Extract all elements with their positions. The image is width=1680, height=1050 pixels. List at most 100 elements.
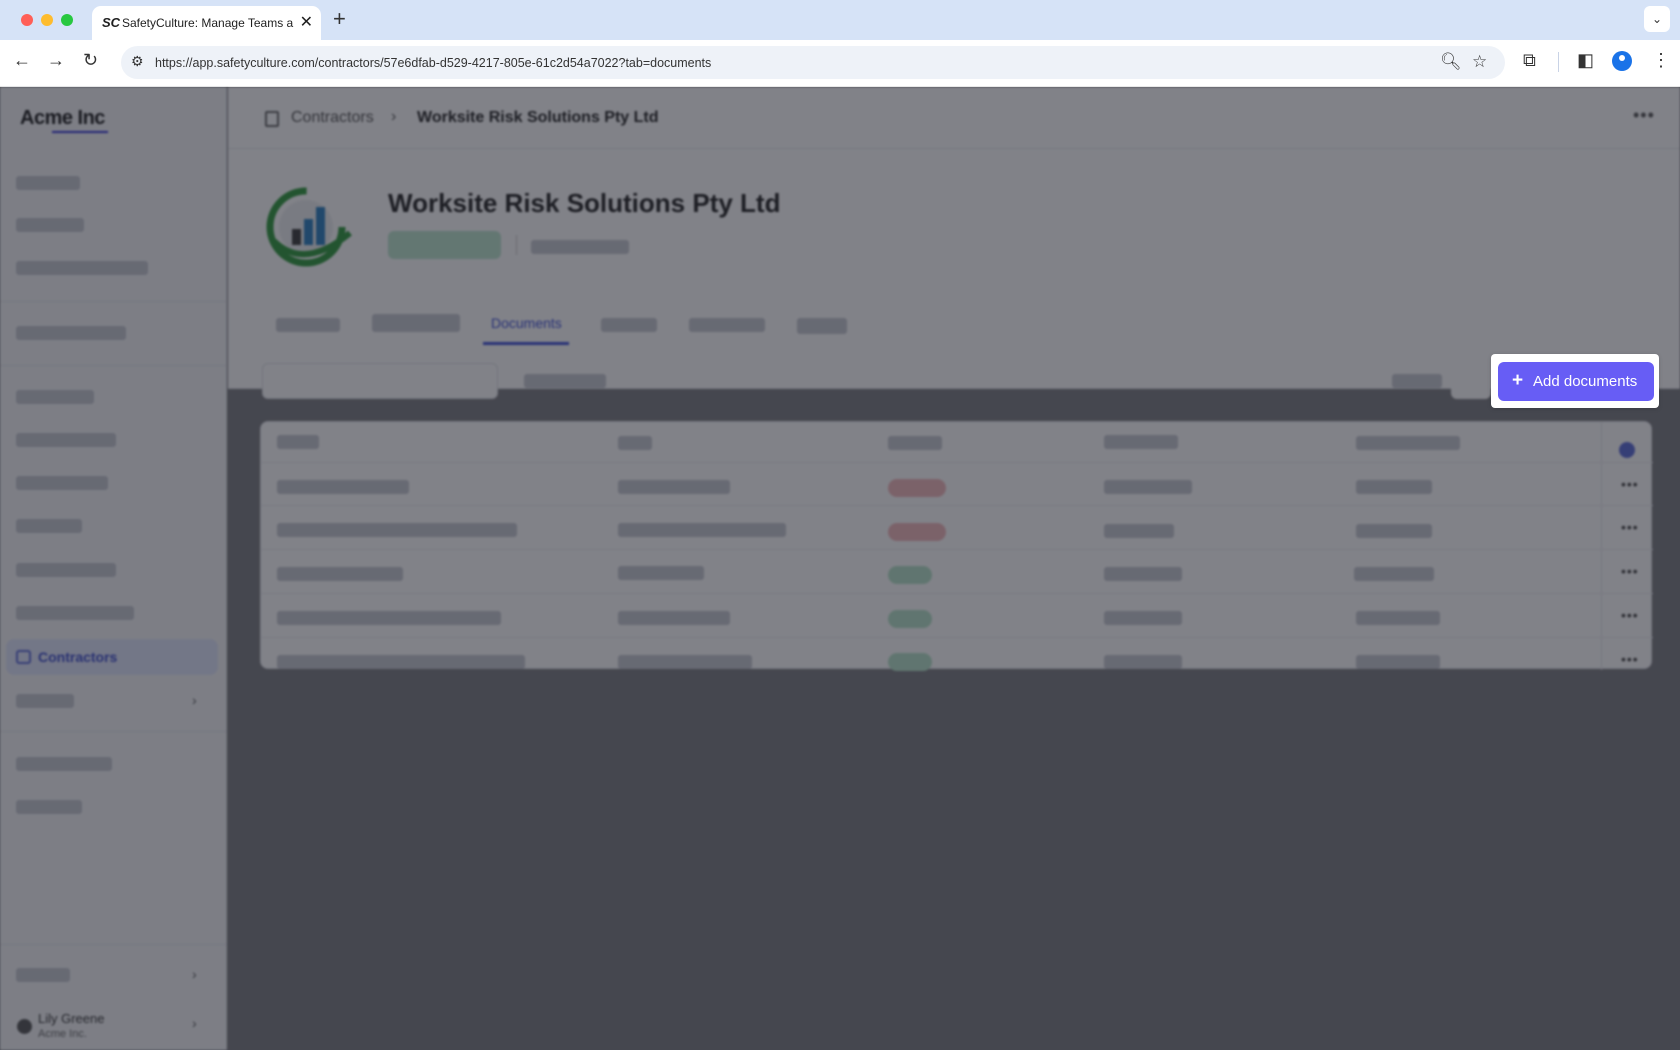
sidebar-item[interactable] xyxy=(16,390,94,404)
more-options-icon[interactable]: ••• xyxy=(1633,105,1655,126)
status-badge xyxy=(888,653,932,671)
brand-logo[interactable]: Acme Inc xyxy=(20,107,105,130)
row-menu-icon[interactable]: ••• xyxy=(1621,519,1639,535)
row-menu-icon[interactable]: ••• xyxy=(1621,607,1639,623)
brand-underline xyxy=(52,131,108,133)
sidebar-divider xyxy=(0,301,227,302)
reload-icon[interactable]: ↻ xyxy=(83,50,98,71)
tab-item[interactable] xyxy=(797,318,847,334)
sidebar-item[interactable] xyxy=(16,433,116,447)
status-badge xyxy=(888,523,946,541)
column-header[interactable] xyxy=(1356,436,1460,450)
row-divider xyxy=(261,462,1653,463)
page-title: Worksite Risk Solutions Pty Ltd xyxy=(388,188,781,218)
zoom-icon[interactable]: 🔍︎ xyxy=(1440,52,1462,72)
contractor-header: Worksite Risk Solutions Pty Ltd xyxy=(228,149,1680,389)
tab-documents[interactable]: Documents xyxy=(491,315,562,331)
tab-details[interactable] xyxy=(372,314,460,332)
sidebar-item[interactable] xyxy=(16,606,134,620)
app-page: Acme Inc Contractors › › Lily Greene Acm… xyxy=(0,87,1680,1050)
chevron-right-icon: › xyxy=(391,108,397,125)
minimize-window-button[interactable] xyxy=(41,14,53,26)
extensions-puzzle-icon[interactable]: ⧉ xyxy=(1523,50,1536,71)
sidebar-item[interactable] xyxy=(16,800,82,814)
documents-table: ••• ••• ••• ••• ••• xyxy=(260,421,1653,671)
chevron-right-icon[interactable]: › xyxy=(192,966,197,982)
browser-tab[interactable]: SC SafetyCulture: Manage Teams and... ✕ xyxy=(92,6,321,40)
chevron-right-icon[interactable]: › xyxy=(192,1015,197,1031)
status-badge xyxy=(888,566,932,584)
sidebar-item[interactable] xyxy=(16,694,74,708)
tab-search-chevron-icon[interactable]: ⌄ xyxy=(1644,6,1670,32)
cell xyxy=(277,655,525,669)
sidebar-item[interactable] xyxy=(16,261,148,275)
filter-label[interactable] xyxy=(524,374,606,388)
cell xyxy=(1104,480,1192,494)
main-content: Contractors › Worksite Risk Solutions Pt… xyxy=(228,87,1680,1050)
sidebar-item[interactable] xyxy=(16,176,80,190)
sidebar-item[interactable] xyxy=(16,476,108,490)
status-badge[interactable] xyxy=(388,231,501,259)
company-logo-icon xyxy=(266,187,352,267)
status-badge xyxy=(888,479,946,497)
sidebar-item[interactable] xyxy=(16,519,82,533)
safetyculture-favicon-icon: SC xyxy=(102,15,121,30)
column-settings-icon[interactable] xyxy=(1619,442,1635,458)
row-menu-icon[interactable]: ••• xyxy=(1621,476,1639,492)
column-header[interactable] xyxy=(618,436,652,450)
sidebar-divider xyxy=(0,365,227,366)
tab-item[interactable] xyxy=(601,318,657,332)
sidebar-item[interactable] xyxy=(16,757,112,771)
new-tab-icon[interactable]: + xyxy=(333,6,346,32)
user-name[interactable]: Lily Greene xyxy=(38,1011,104,1026)
close-tab-icon[interactable]: ✕ xyxy=(300,12,313,32)
column-header[interactable] xyxy=(888,436,942,450)
chevron-right-icon[interactable]: › xyxy=(192,692,197,708)
cell xyxy=(1104,611,1182,625)
status-badge xyxy=(888,610,932,628)
filter-button[interactable] xyxy=(1451,363,1491,399)
back-arrow-icon[interactable]: ← xyxy=(13,50,31,71)
row-menu-icon[interactable]: ••• xyxy=(1621,651,1639,667)
maximize-window-button[interactable] xyxy=(61,14,73,26)
row-divider xyxy=(261,637,1653,638)
close-window-button[interactable] xyxy=(21,14,33,26)
tab-item[interactable] xyxy=(689,318,765,332)
cell xyxy=(618,611,730,625)
column-header[interactable] xyxy=(1104,435,1178,449)
site-settings-icon[interactable]: ⚙ xyxy=(131,53,144,70)
cell xyxy=(1104,567,1182,581)
add-documents-button[interactable]: + Add documents xyxy=(1498,362,1654,401)
bookmark-star-icon[interactable]: ☆ xyxy=(1472,52,1487,72)
sidebar-divider xyxy=(0,731,227,732)
address-bar[interactable]: ⚙ https://app.safetyculture.com/contract… xyxy=(121,46,1505,79)
side-panel-icon[interactable]: ◧ xyxy=(1577,50,1594,71)
browser-menu-icon[interactable]: ⋮ xyxy=(1652,50,1670,71)
tab-overview[interactable] xyxy=(276,318,340,332)
plus-icon: + xyxy=(1512,370,1524,391)
cell xyxy=(618,523,786,537)
profile-avatar-icon[interactable] xyxy=(1612,51,1632,71)
breadcrumb-contractors-link[interactable]: Contractors xyxy=(291,109,374,127)
search-input[interactable] xyxy=(262,363,498,399)
cell xyxy=(277,523,517,537)
breadcrumb: Contractors › Worksite Risk Solutions Pt… xyxy=(228,87,1680,149)
forward-arrow-icon[interactable]: → xyxy=(47,50,65,71)
row-divider xyxy=(261,549,1653,550)
breadcrumb-current: Worksite Risk Solutions Pty Ltd xyxy=(417,109,659,126)
cell xyxy=(1356,524,1432,538)
sidebar-item[interactable] xyxy=(16,563,116,577)
browser-tab-strip: SC SafetyCulture: Manage Teams and... ✕ … xyxy=(0,0,1680,40)
sidebar-item[interactable] xyxy=(16,968,70,982)
row-divider xyxy=(261,593,1653,594)
column-header[interactable] xyxy=(277,435,319,449)
row-menu-icon[interactable]: ••• xyxy=(1621,563,1639,579)
sidebar-item[interactable] xyxy=(16,326,126,340)
sidebar-item[interactable] xyxy=(16,218,84,232)
header-divider xyxy=(516,235,517,255)
url-text[interactable]: https://app.safetyculture.com/contractor… xyxy=(155,56,711,70)
cell xyxy=(1104,524,1174,538)
user-avatar[interactable] xyxy=(17,1019,32,1034)
cell xyxy=(618,655,752,669)
cell xyxy=(1104,655,1182,669)
